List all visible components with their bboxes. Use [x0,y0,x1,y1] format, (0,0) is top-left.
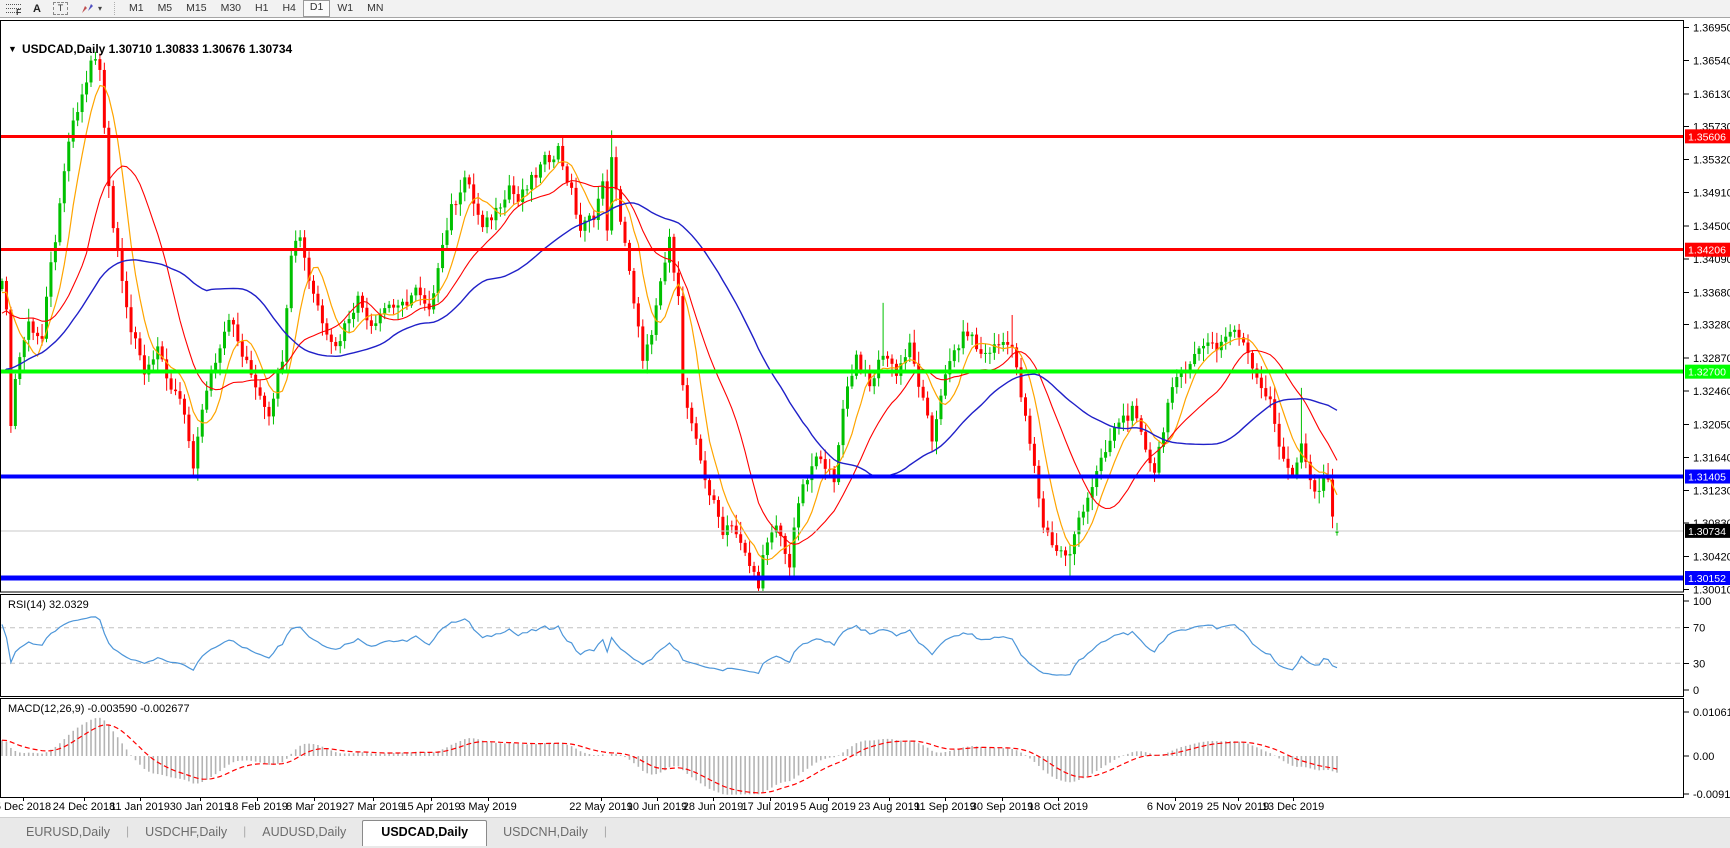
tab-audusd[interactable]: AUDUSD,Daily [246,821,362,844]
date-tick-label: 3 May 2019 [459,801,517,813]
rsi-axis-tick: 0 [1693,685,1699,697]
rsi-axis-tick: 100 [1693,596,1711,608]
price-tick: 1.30010 [1693,585,1730,597]
rsi-axis-tick: 70 [1693,623,1705,635]
arrows-icon [81,3,93,13]
price-tick: 1.33280 [1693,320,1730,332]
price-tick: 1.32870 [1693,353,1730,365]
main-chart-panel[interactable] [1,51,1684,601]
date-tick-label: 8 Mar 2019 [286,801,342,813]
label-icon: T [52,2,68,15]
rsi-panel[interactable]: RSI(14) 32.0329 [1,599,1683,676]
date-tick-label: 5 Aug 2019 [800,801,856,813]
price-tick: 1.34500 [1693,221,1730,233]
chart-area[interactable]: ▼ USDCAD,Daily 1.30710 1.30833 1.30676 1.… [0,18,1730,798]
timeframe-button-mn[interactable]: MN [360,1,390,16]
timeframe-button-w1[interactable]: W1 [330,1,360,16]
macd-label: MACD(12,26,9) -0.003590 -0.002677 [8,703,190,715]
date-tick-label: 22 May 2019 [569,801,633,813]
date-tick-label: 13 Dec 2019 [1261,801,1325,813]
price-tick: 1.31230 [1693,486,1730,498]
date-tick-label: 24 Dec 2018 [52,801,116,813]
timeframe-button-h1[interactable]: H1 [248,1,275,16]
date-tick-label: 28 Jun 2019 [682,801,744,813]
tab-usdcad-active[interactable]: USDCAD,Daily [362,820,488,846]
rsi-axis-tick: 30 [1693,658,1705,670]
date-tick-label: 18 Oct 2019 [1028,801,1088,813]
chart-title: ▼ USDCAD,Daily 1.30710 1.30833 1.30676 1.… [8,42,293,56]
price-tag-label: 1.30152 [1688,573,1726,585]
macd-panel[interactable]: MACD(12,26,9) -0.003590 -0.002677 [1,703,1338,795]
timeframe-button-d1[interactable]: D1 [302,0,331,17]
symbol-title: USDCAD,Daily 1.30710 1.30833 1.30676 1.3… [22,42,293,56]
date-tick-label: 18 Feb 2019 [226,801,288,813]
price-tick: 1.30420 [1693,551,1730,563]
tab-usdcnh[interactable]: USDCNH,Daily [487,821,604,844]
date-tick-label: 15 Apr 2019 [401,801,461,813]
price-tick: 1.32460 [1693,386,1730,398]
price-tick: 1.36950 [1693,23,1730,35]
rsi-label: RSI(14) 32.0329 [8,599,89,611]
date-tick-label: 30 Jan 2019 [169,801,231,813]
date-tick-label: 27 Mar 2019 [342,801,404,813]
price-tag-label: 1.35606 [1688,131,1726,143]
price-tick: 1.31640 [1693,453,1730,465]
rsi-line [1,616,1338,676]
timeframe-button-m1[interactable]: M1 [122,1,151,16]
timeframe-button-m15[interactable]: M15 [179,1,213,16]
macd-axis-tick: 0.010615 [1693,707,1730,719]
date-tick-label: 23 Aug 2019 [858,801,920,813]
fast-ma-line [1,84,1338,561]
label-tool-button[interactable]: T [47,1,74,16]
date-tick-label: 11 Jan 2019 [110,801,170,813]
date-tick-label: 30 Sep 2019 [970,801,1034,813]
price-tick: 1.34910 [1693,188,1730,200]
text-tool-button[interactable]: A [27,1,47,16]
price-tick: 1.35320 [1693,154,1730,166]
date-tick-label: 17 Jul 2019 [741,801,799,813]
price-tick: 1.36540 [1693,56,1730,68]
timeframe-button-m30[interactable]: M30 [214,1,248,16]
price-tag-label: 1.32700 [1688,367,1726,379]
symbol-tabbar: EURUSD,Daily | USDCHF,Daily | AUDUSD,Dai… [0,817,1730,848]
fibonacci-icon: F [6,3,21,17]
date-tick-label: 6 Nov 2019 [1146,801,1204,813]
tab-usdchf[interactable]: USDCHF,Daily [129,821,243,844]
timeframe-button-h4[interactable]: H4 [275,1,302,16]
fibonacci-tool-button[interactable]: F [0,1,27,17]
date-tick-label: 11 Sep 2019 [914,801,976,813]
macd-axis-tick: 0.00 [1693,751,1714,763]
timeframe-button-m5[interactable]: M5 [151,1,180,16]
current-price-tag-label: 1.30734 [1688,526,1726,538]
price-tag-label: 1.31405 [1688,472,1726,484]
arrows-tool-button[interactable]: ▾ [74,1,108,16]
date-tick-label: 5 Dec 2018 [0,801,52,813]
chart-dropdown-icon[interactable]: ▼ [8,44,17,54]
price-axis[interactable]: 1.369501.365401.361301.357301.353201.349… [1684,23,1730,799]
tab-separator: | [603,824,607,838]
chevron-down-icon[interactable]: ▾ [98,4,102,13]
text-icon: A [33,2,41,15]
price-tick: 1.36130 [1693,89,1730,101]
top-toolbar: F A T ▾ M1 M5 M15 M30 H1 H4 D1 W1 MN [0,0,1730,18]
date-axis[interactable]: 5 Dec 2018 24 Dec 2018 11 Jan 2019 30 Jan 2… [0,798,1730,817]
date-tick-label: 10 Jun 2019 [626,801,688,813]
tab-eurusd[interactable]: EURUSD,Daily [10,821,126,844]
mid-ma-line [1,165,1338,545]
toolbar-separator [113,2,116,15]
macd-axis-tick: -0.009181 [1693,789,1730,798]
price-tick: 1.32050 [1693,419,1730,431]
price-tick: 1.33680 [1693,287,1730,299]
price-tag-label: 1.34206 [1688,245,1726,257]
date-tick-label: 25 Nov 2019 [1206,801,1270,813]
